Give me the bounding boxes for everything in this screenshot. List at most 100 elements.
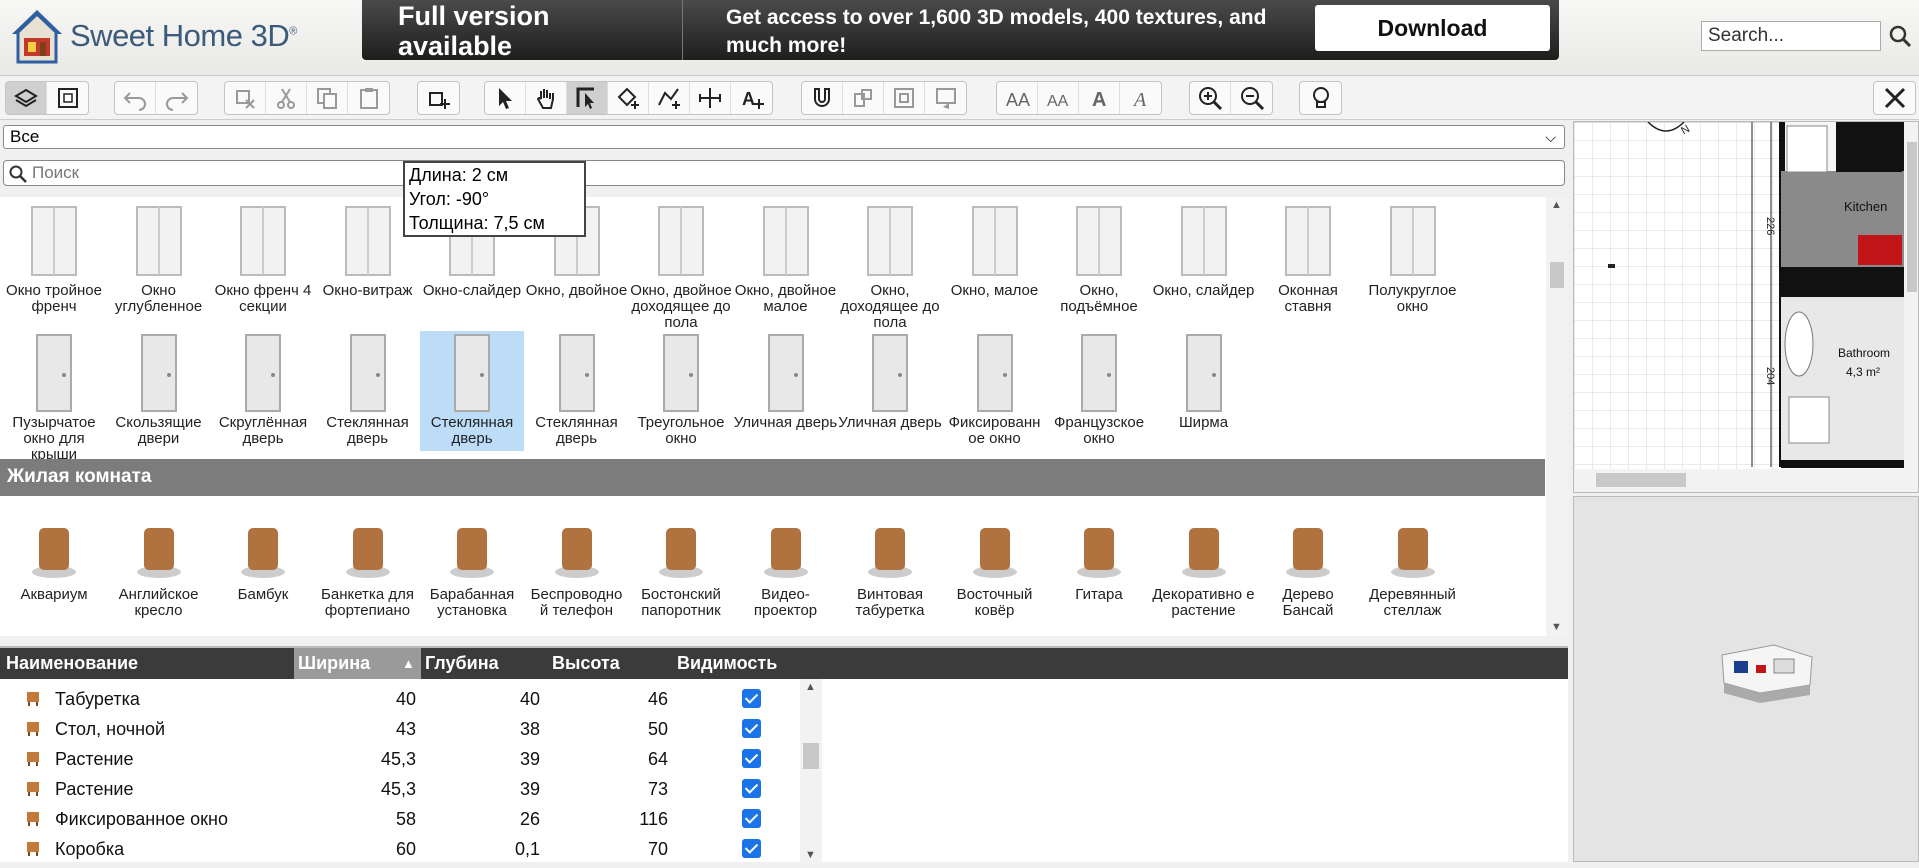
- table-scrollbar[interactable]: ▲ ▼: [800, 679, 822, 864]
- 3d-view[interactable]: [1573, 496, 1919, 862]
- app-logo[interactable]: Sweet Home 3D®: [8, 4, 297, 68]
- increase-text-size-button[interactable]: AA: [997, 82, 1038, 114]
- catalog-item[interactable]: Пузырчатое окно для крыши: [2, 331, 106, 463]
- column-header-height[interactable]: Высота: [552, 653, 620, 674]
- create-polylines-button[interactable]: [649, 82, 690, 114]
- table-row[interactable]: Табуретка 40 40 46: [0, 684, 810, 714]
- pan-mode-button[interactable]: [526, 82, 567, 114]
- site-search-input[interactable]: Search...: [1701, 21, 1881, 51]
- catalog-item[interactable]: Скруглённая дверь: [211, 331, 315, 451]
- catalog-item[interactable]: Окно тройное френч: [2, 199, 106, 315]
- add-furniture-button[interactable]: [418, 82, 459, 114]
- catalog-item[interactable]: Беспроводно й телефон: [525, 503, 629, 623]
- catalog-item[interactable]: Окно, двойное малое: [734, 199, 838, 315]
- catalog-item[interactable]: Банкетка для фортепиано: [316, 503, 420, 623]
- table-row[interactable]: Стол, ночной 43 38 50: [0, 714, 810, 744]
- category-select[interactable]: Все ⌵: [3, 125, 1565, 149]
- plan-hscroll-thumb[interactable]: [1596, 473, 1686, 487]
- bold-text-button[interactable]: A: [1079, 82, 1120, 114]
- section-header-living-room[interactable]: Жилая комната: [0, 459, 1545, 496]
- catalog-item[interactable]: Дерево Бансай: [1256, 503, 1360, 623]
- catalog-item[interactable]: Гитара: [1047, 503, 1151, 623]
- catalog-item[interactable]: Аквариум: [2, 503, 106, 623]
- add-text-button[interactable]: A: [731, 82, 772, 114]
- visibility-checkbox[interactable]: [742, 719, 761, 738]
- visibility-checkbox[interactable]: [742, 689, 761, 708]
- 3d-view-button[interactable]: [47, 82, 88, 114]
- magnetism-button[interactable]: [802, 82, 843, 114]
- search-icon[interactable]: [1888, 24, 1912, 48]
- catalog-item[interactable]: Французское окно: [1047, 331, 1151, 451]
- catalog-item[interactable]: Стеклянная дверь: [420, 331, 524, 451]
- catalog-scrollbar[interactable]: ▲ ▼: [1546, 197, 1568, 636]
- visibility-checkbox[interactable]: [742, 779, 761, 798]
- flip-button[interactable]: [925, 82, 966, 114]
- catalog-item[interactable]: Бостонский папоротник: [629, 503, 733, 623]
- column-header-visible[interactable]: Видимость: [677, 653, 777, 674]
- scroll-up-icon[interactable]: ▲: [1551, 199, 1562, 211]
- catalog-item[interactable]: Декоративно е растение: [1152, 503, 1256, 623]
- scrollbar-thumb[interactable]: [1550, 262, 1564, 288]
- select-mode-button[interactable]: [485, 82, 526, 114]
- catalog-item[interactable]: Бамбук: [211, 503, 315, 623]
- plan-view-button[interactable]: [6, 82, 47, 114]
- scroll-down-icon[interactable]: ▼: [1551, 621, 1562, 633]
- italic-text-button[interactable]: A: [1120, 82, 1161, 114]
- catalog-item[interactable]: Оконная ставня: [1256, 199, 1360, 315]
- floor-plan-view[interactable]: N 226 204 Kitchen Bathroom 4,3 m²: [1573, 121, 1919, 493]
- zoom-out-button[interactable]: [1231, 82, 1272, 114]
- 3d-model-preview[interactable]: [1574, 497, 1919, 863]
- catalog-item[interactable]: Треугольное окно: [629, 331, 733, 451]
- create-rooms-button[interactable]: [608, 82, 649, 114]
- decrease-text-size-button[interactable]: AA: [1038, 82, 1079, 114]
- catalog-item[interactable]: Полукруглое окно: [1361, 199, 1465, 315]
- catalog-item[interactable]: Окно, двойное доходящее до пола: [629, 199, 733, 331]
- column-header-depth[interactable]: Глубина: [425, 653, 499, 674]
- catalog-item[interactable]: Окно, слайдер: [1152, 199, 1256, 309]
- catalog-item[interactable]: Деревянный стеллаж: [1361, 503, 1465, 623]
- catalog-item[interactable]: Восточный ковёр: [943, 503, 1047, 623]
- create-walls-button[interactable]: [567, 82, 608, 114]
- catalog-item[interactable]: Окно углубленное: [107, 199, 211, 315]
- table-row[interactable]: Растение 45,3 39 73: [0, 774, 810, 804]
- catalog-item[interactable]: Скользящие двери: [107, 331, 211, 451]
- catalog-item[interactable]: Барабанная установка: [420, 503, 524, 623]
- cut-button[interactable]: [266, 82, 307, 114]
- catalog-item[interactable]: Уличная дверь: [838, 331, 942, 451]
- catalog-item[interactable]: Окно, малое: [943, 199, 1047, 309]
- catalog-item[interactable]: Стеклянная дверь: [316, 331, 420, 451]
- delete-button[interactable]: [225, 82, 266, 114]
- catalog-item[interactable]: Уличная дверь: [734, 331, 838, 451]
- catalog-search-input[interactable]: Поиск: [3, 160, 1565, 186]
- plan-vscroll-thumb[interactable]: [1907, 142, 1917, 292]
- catalog-item[interactable]: Окно, подъёмное: [1047, 199, 1151, 315]
- catalog-item[interactable]: Стеклянная дверь: [525, 331, 629, 451]
- scroll-up-icon[interactable]: ▲: [805, 681, 816, 693]
- table-row[interactable]: Коробка 60 0,1 70: [0, 834, 810, 864]
- visibility-checkbox[interactable]: [742, 749, 761, 768]
- catalog-item[interactable]: Винтовая табуретка: [838, 503, 942, 623]
- copy-button[interactable]: [307, 82, 348, 114]
- zoom-in-button[interactable]: [1190, 82, 1231, 114]
- preferences-button[interactable]: [1874, 82, 1915, 114]
- catalog-item[interactable]: Фиксированн ое окно: [943, 331, 1047, 451]
- catalog-item[interactable]: Окно френч 4 секции: [211, 199, 315, 315]
- download-button[interactable]: Download: [1315, 5, 1550, 51]
- floor-plan-canvas[interactable]: N 226 204 Kitchen Bathroom 4,3 m²: [1574, 122, 1919, 493]
- create-dimensions-button[interactable]: [690, 82, 731, 114]
- table-row[interactable]: Фиксированное окно 58 26 116: [0, 804, 810, 834]
- column-header-name[interactable]: Наименование: [6, 653, 138, 674]
- catalog-item[interactable]: Видео-проектор: [734, 503, 838, 623]
- visibility-checkbox[interactable]: [742, 809, 761, 828]
- catalog-item[interactable]: Английское кресло: [107, 503, 211, 623]
- visibility-checkbox[interactable]: [742, 839, 761, 858]
- scrollbar-thumb[interactable]: [803, 743, 819, 769]
- group-button[interactable]: [843, 82, 884, 114]
- paste-button[interactable]: [348, 82, 389, 114]
- column-header-width[interactable]: Ширина: [298, 653, 370, 674]
- catalog-item[interactable]: Окно, доходящее до пола: [838, 199, 942, 331]
- ungroup-button[interactable]: [884, 82, 925, 114]
- catalog-item[interactable]: Ширма: [1152, 331, 1256, 451]
- tips-button[interactable]: [1300, 82, 1341, 114]
- redo-button[interactable]: [156, 82, 197, 114]
